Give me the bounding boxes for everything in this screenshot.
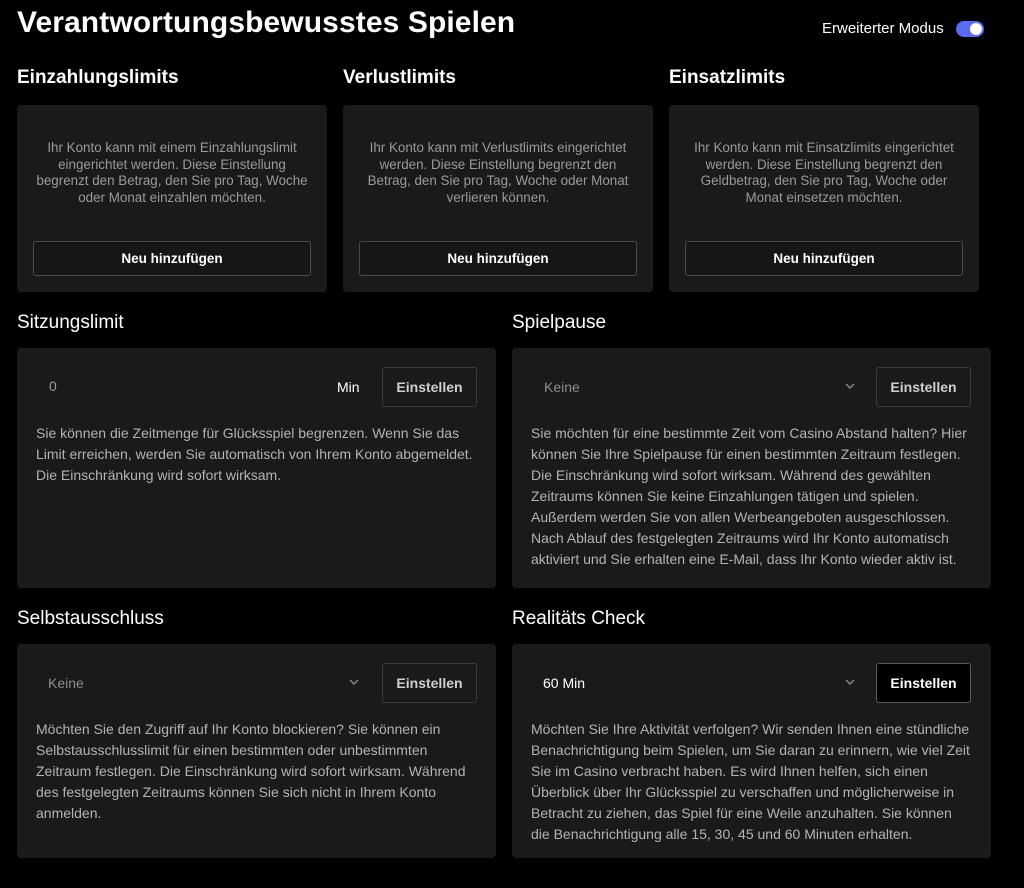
chevron-down-icon (845, 679, 855, 685)
deposit-limits-title: Einzahlungslimits (17, 67, 179, 88)
self-exclusion-set-button[interactable]: Einstellen (382, 663, 477, 703)
self-exclusion-select[interactable]: Keine (48, 675, 84, 691)
advanced-mode-label: Erweiterter Modus (822, 20, 944, 37)
reality-check-set-button[interactable]: Einstellen (876, 663, 971, 703)
chevron-down-icon (845, 383, 855, 389)
game-pause-select[interactable]: Keine (544, 379, 580, 395)
deposit-limits-card: Ihr Konto kann mit einem Einzahlungslimi… (17, 105, 327, 292)
self-exclusion-card: Keine Einstellen Möchten Sie den Zugriff… (17, 644, 496, 858)
deposit-limits-add-button[interactable]: Neu hinzufügen (33, 241, 311, 276)
loss-limits-text: Ihr Konto kann mit Verlustlimits eingeri… (367, 140, 629, 205)
game-pause-set-button[interactable]: Einstellen (876, 367, 971, 407)
session-limit-title: Sitzungslimit (17, 312, 124, 333)
wager-limits-card: Ihr Konto kann mit Einsatzlimits eingeri… (669, 105, 979, 292)
chevron-down-icon (349, 679, 359, 685)
game-pause-text: Sie möchten für eine bestimmte Zeit vom … (531, 425, 967, 567)
session-limit-input[interactable]: 0 (49, 378, 57, 394)
self-exclusion-title: Selbstausschluss (17, 608, 164, 629)
wager-limits-text: Ihr Konto kann mit Einsatzlimits eingeri… (694, 140, 954, 205)
reality-check-select[interactable]: 60 Min (543, 675, 585, 691)
loss-limits-title: Verlustlimits (343, 67, 456, 88)
loss-limits-card: Ihr Konto kann mit Verlustlimits eingeri… (343, 105, 653, 292)
game-pause-card: Keine Einstellen Sie möchten für eine be… (512, 348, 991, 588)
reality-check-text: Möchten Sie Ihre Aktivität verfolgen? Wi… (531, 721, 970, 842)
self-exclusion-text: Möchten Sie den Zugriff auf Ihr Konto bl… (36, 721, 466, 821)
session-limit-text: Sie können die Zeitmenge für Glücksspiel… (36, 425, 473, 483)
page-title: Verantwortungsbewusstes Spielen (17, 6, 516, 39)
responsible-gaming-page: Verantwortungsbewusstes Spielen Erweiter… (0, 0, 1024, 888)
reality-check-card: 60 Min Einstellen Möchten Sie Ihre Aktiv… (512, 644, 991, 858)
advanced-mode-toggle[interactable] (955, 20, 984, 37)
toggle-knob (969, 22, 982, 35)
reality-check-title: Realitäts Check (512, 608, 646, 629)
wager-limits-title: Einsatzlimits (669, 67, 786, 88)
wager-limits-add-button[interactable]: Neu hinzufügen (685, 241, 963, 276)
deposit-limits-text: Ihr Konto kann mit einem Einzahlungslimi… (36, 140, 308, 205)
session-limit-unit: Min (337, 379, 360, 395)
game-pause-title: Spielpause (512, 312, 607, 333)
session-limit-card: 0 Min Einstellen Sie können die Zeitmeng… (17, 348, 496, 588)
session-limit-set-button[interactable]: Einstellen (382, 367, 477, 407)
loss-limits-add-button[interactable]: Neu hinzufügen (359, 241, 637, 276)
advanced-mode: Erweiterter Modus (822, 20, 984, 37)
